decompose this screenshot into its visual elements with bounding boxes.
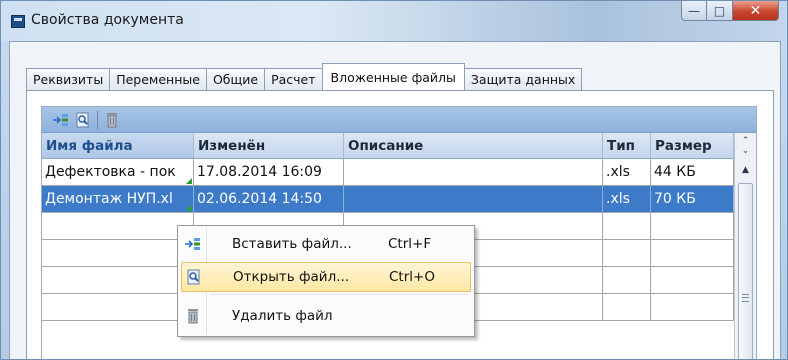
toolbar-separator bbox=[97, 110, 98, 129]
app-icon bbox=[11, 15, 25, 28]
grip-icon bbox=[742, 294, 749, 302]
menu-item-shortcut: Ctrl+O bbox=[389, 269, 435, 285]
insert-file-button[interactable] bbox=[50, 110, 72, 130]
files-toolbar bbox=[42, 107, 756, 133]
column-chooser-button[interactable]: ⌃ ⌄ bbox=[735, 133, 756, 159]
vertical-scrollbar[interactable]: ⌃ ⌄ ▲ bbox=[734, 133, 756, 359]
arrow-up-icon: ▲ bbox=[742, 165, 749, 175]
title-bar[interactable]: Свойства документа — □ ✕ bbox=[1, 1, 787, 41]
document-properties-window: Свойства документа — □ ✕ Реквизиты Перем… bbox=[0, 0, 788, 360]
insert-file-icon bbox=[53, 113, 68, 126]
scroll-up-button[interactable]: ▲ bbox=[735, 161, 756, 179]
insert-file-icon bbox=[181, 232, 205, 256]
cell-type[interactable]: .xls bbox=[603, 159, 651, 185]
cell-size[interactable]: 44 КБ bbox=[651, 159, 734, 185]
cell-size[interactable]: 70 КБ bbox=[651, 186, 734, 212]
open-file-icon bbox=[76, 112, 89, 127]
cell-filename[interactable]: Демонтаж НУП.xl bbox=[42, 186, 194, 212]
cell-type[interactable]: .xls bbox=[603, 186, 651, 212]
tab-attached-files[interactable]: Вложенные файлы bbox=[321, 63, 465, 90]
cell-filename[interactable] bbox=[42, 240, 194, 266]
cell-filename[interactable] bbox=[42, 213, 194, 239]
cell-description[interactable] bbox=[344, 159, 603, 185]
delete-file-button[interactable] bbox=[101, 110, 123, 130]
cell-filename[interactable]: Дефектовка - пок bbox=[42, 159, 194, 185]
open-file-button[interactable] bbox=[72, 110, 94, 130]
cell-size[interactable] bbox=[651, 267, 734, 293]
open-file-icon bbox=[182, 265, 206, 289]
cell-filename[interactable] bbox=[42, 294, 194, 320]
cell-modified[interactable]: 17.08.2014 16:09 bbox=[194, 159, 344, 185]
chevron-updown-icon: ⌃ ⌄ bbox=[741, 136, 750, 156]
tab-strip: Реквизиты Переменные Общие Расчет Вложен… bbox=[26, 63, 583, 90]
tab-general[interactable]: Общие bbox=[205, 68, 266, 90]
table-row[interactable]: Дефектовка - пок 17.08.2014 16:09 .xls 4… bbox=[42, 159, 756, 186]
column-header-filename[interactable]: Имя файла bbox=[42, 133, 194, 158]
table-row-selected[interactable]: Демонтаж НУП.xl 02.06.2014 14:50 .xls 70… bbox=[42, 186, 756, 213]
menu-item-label: Вставить файл... bbox=[232, 236, 352, 252]
cell-type[interactable] bbox=[603, 213, 651, 239]
cell-description[interactable] bbox=[344, 186, 603, 212]
window-title: Свойства документа bbox=[31, 12, 184, 28]
cell-filename[interactable] bbox=[42, 267, 194, 293]
grid-header: Имя файла Изменён Описание Тип Размер bbox=[42, 133, 756, 159]
minimize-icon: — bbox=[688, 3, 700, 18]
cell-size[interactable] bbox=[651, 213, 734, 239]
column-header-description[interactable]: Описание bbox=[344, 133, 603, 158]
column-header-size[interactable]: Размер bbox=[651, 133, 734, 158]
tab-requisites[interactable]: Реквизиты bbox=[26, 68, 111, 90]
trash-icon bbox=[181, 304, 205, 328]
column-header-type[interactable]: Тип bbox=[603, 133, 651, 158]
cell-type[interactable] bbox=[603, 294, 651, 320]
close-button[interactable]: ✕ bbox=[733, 1, 779, 21]
scrollbar-thumb[interactable] bbox=[738, 183, 753, 359]
minimize-button[interactable]: — bbox=[681, 1, 707, 21]
cell-size[interactable] bbox=[651, 240, 734, 266]
caption-buttons: — □ ✕ bbox=[681, 1, 779, 21]
maximize-button[interactable]: □ bbox=[707, 1, 733, 21]
close-icon: ✕ bbox=[749, 2, 762, 19]
tab-variables[interactable]: Переменные bbox=[109, 68, 207, 90]
menu-item-label: Открыть файл... bbox=[233, 269, 350, 285]
trash-icon bbox=[107, 112, 117, 127]
menu-item-open-file[interactable]: Открыть файл... Ctrl+O bbox=[181, 262, 471, 292]
tab-calculation[interactable]: Расчет bbox=[264, 68, 323, 90]
column-header-modified[interactable]: Изменён bbox=[194, 133, 344, 158]
tab-data-protection[interactable]: Защита данных bbox=[463, 68, 583, 90]
cell-type[interactable] bbox=[603, 240, 651, 266]
menu-item-insert-file[interactable]: Вставить файл... Ctrl+F bbox=[181, 229, 471, 259]
maximize-icon: □ bbox=[713, 3, 726, 18]
cell-size[interactable] bbox=[651, 294, 734, 320]
menu-separator bbox=[210, 294, 468, 295]
menu-item-label: Удалить файл bbox=[232, 308, 333, 324]
context-menu: Вставить файл... Ctrl+F Открыть файл... … bbox=[177, 225, 475, 337]
cell-type[interactable] bbox=[603, 267, 651, 293]
cell-modified[interactable]: 02.06.2014 14:50 bbox=[194, 186, 344, 212]
menu-item-shortcut: Ctrl+F bbox=[388, 236, 432, 252]
menu-item-delete-file[interactable]: Удалить файл bbox=[181, 301, 471, 331]
